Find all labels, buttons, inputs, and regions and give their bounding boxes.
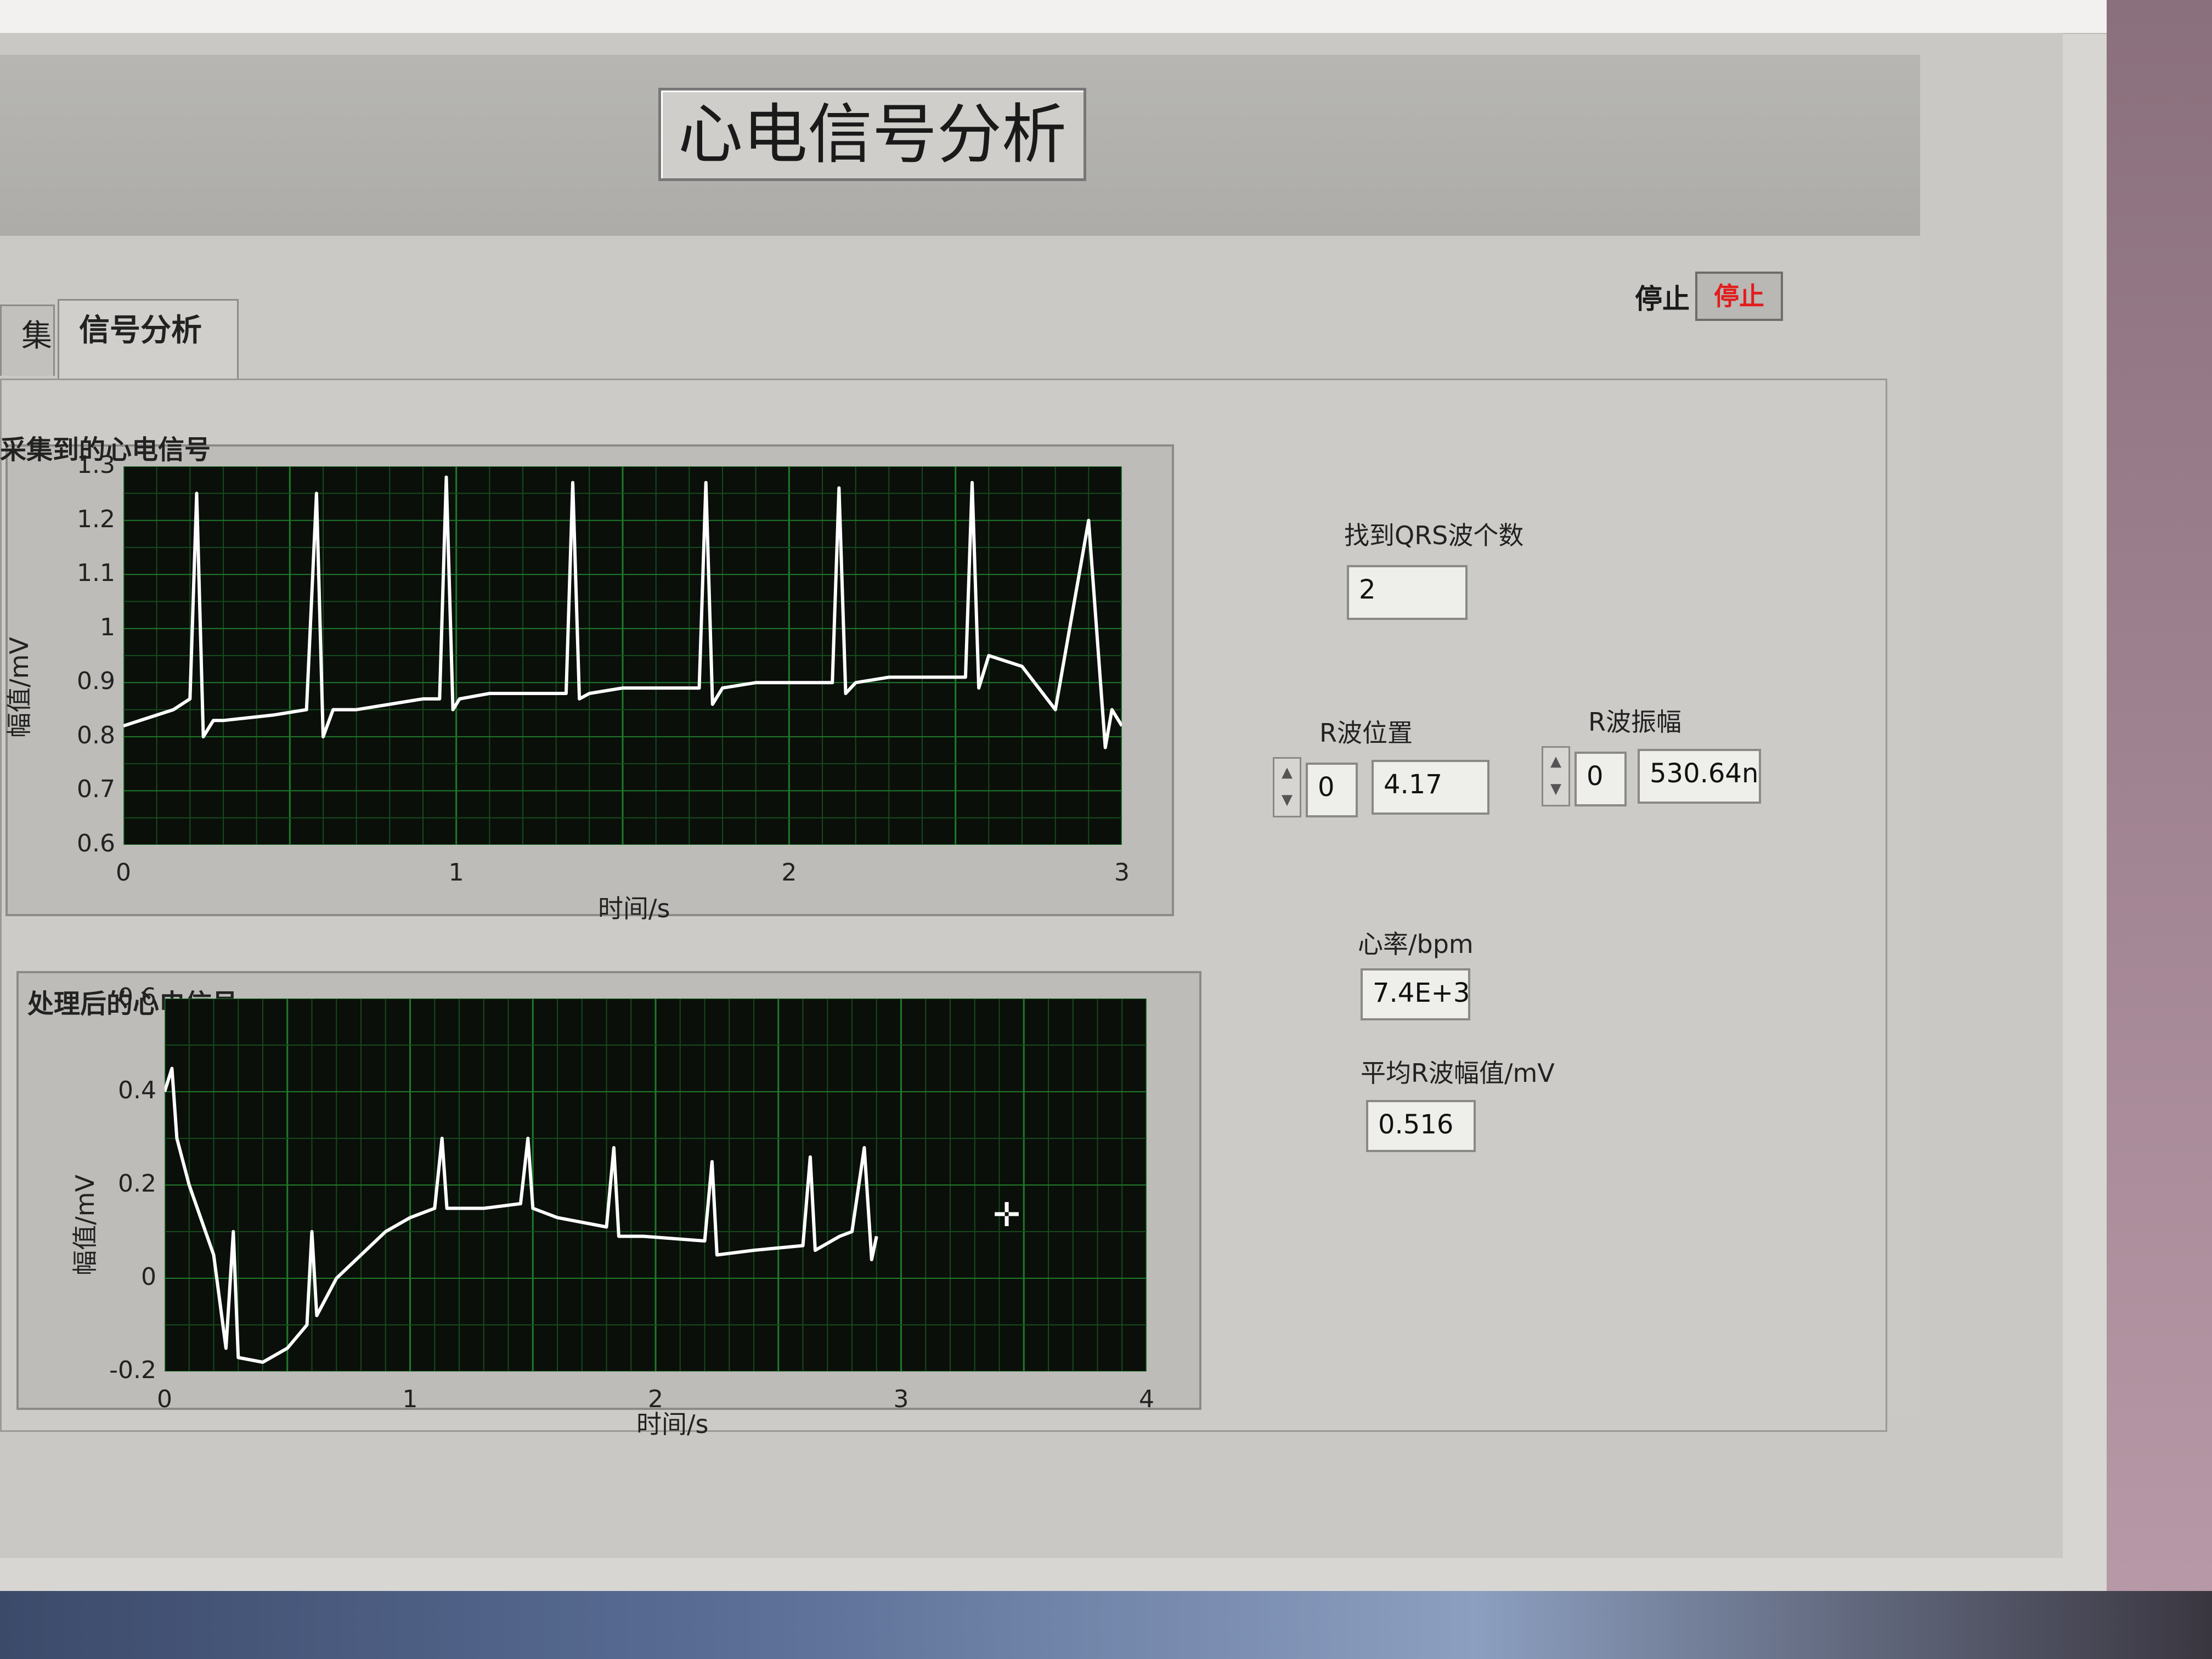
x-tick-label: 1 xyxy=(402,1385,418,1413)
r-pos-index[interactable]: 0 xyxy=(1306,763,1358,817)
stop-label: 停止 xyxy=(1635,283,1690,315)
graph-proc-svg xyxy=(165,998,1147,1372)
r-pos-value: 4.17 xyxy=(1372,760,1489,815)
avg-r-amp-indicator: 0.516 xyxy=(1366,1100,1476,1152)
r-amp-index[interactable]: 0 xyxy=(1575,752,1627,806)
r-amp-value: 530.64n xyxy=(1638,749,1761,804)
x-tick-label: 3 xyxy=(1114,859,1130,887)
x-tick-label: 0 xyxy=(157,1385,172,1413)
graph-raw-plot[interactable] xyxy=(123,466,1122,845)
x-tick-label: 3 xyxy=(893,1385,909,1413)
r-pos-index-spinner[interactable]: ▲ ▼ xyxy=(1273,757,1301,817)
qrs-count-label: 找到QRS波个数 xyxy=(1344,521,1524,550)
x-tick-label: 2 xyxy=(781,859,797,887)
heart-rate-label: 心率/bpm xyxy=(1358,929,1474,959)
tab-collect[interactable]: 集 xyxy=(0,304,55,376)
series-line xyxy=(165,1066,878,1364)
y-tick-label: 1.3 xyxy=(77,451,115,479)
y-tick-label: 0.7 xyxy=(77,775,115,804)
r-pos-label: R波位置 xyxy=(1319,718,1413,748)
graph-raw-xlabel: 时间/s xyxy=(598,894,670,923)
y-tick-label: 0.6 xyxy=(118,983,156,1011)
y-tick-label: 0.6 xyxy=(77,830,115,857)
heart-rate-indicator: 7.4E+3 xyxy=(1361,968,1470,1020)
mouse-cursor-icon: ✛ xyxy=(993,1196,1021,1234)
r-amp-index-spinner[interactable]: ▲ ▼ xyxy=(1542,746,1570,806)
qrs-count-indicator: 2 xyxy=(1347,565,1468,620)
x-tick-label: 4 xyxy=(1139,1385,1154,1413)
y-tick-label: 0.9 xyxy=(77,667,115,696)
os-taskbar xyxy=(0,1591,2212,1659)
x-tick-label: 0 xyxy=(116,859,131,887)
y-tick-label: 1 xyxy=(100,613,115,641)
y-tick-label: 1.2 xyxy=(77,505,115,533)
screen: 心电信号分析 集 信号分析 停止 停止 采集到的心电信号 幅值/mV 时间/s … xyxy=(0,0,2107,1618)
y-tick-label: -0.2 xyxy=(109,1356,156,1384)
page-title: 心电信号分析 xyxy=(658,88,1086,181)
y-tick-label: 0.2 xyxy=(118,1170,156,1198)
x-tick-label: 2 xyxy=(648,1385,663,1413)
graph-raw-ylabel: 幅值/mV xyxy=(4,637,34,738)
r-amp-label: R波振幅 xyxy=(1588,707,1681,737)
os-top-bar xyxy=(0,0,2107,34)
background-wall xyxy=(2107,0,2212,1659)
y-tick-label: 0.4 xyxy=(118,1076,156,1104)
stop-button[interactable]: 停止 xyxy=(1695,272,1783,321)
y-tick-label: 0 xyxy=(141,1263,156,1291)
graph-proc-xlabel: 时间/s xyxy=(636,1409,709,1439)
tab-signal-analysis[interactable]: 信号分析 xyxy=(58,299,239,381)
y-tick-label: 1.1 xyxy=(77,559,115,588)
x-tick-label: 1 xyxy=(448,859,464,887)
avg-r-amp-label: 平均R波幅值/mV xyxy=(1361,1058,1555,1088)
graph-proc-plot[interactable] xyxy=(165,998,1147,1372)
y-tick-label: 0.8 xyxy=(77,721,115,749)
graph-raw-svg xyxy=(123,466,1122,845)
